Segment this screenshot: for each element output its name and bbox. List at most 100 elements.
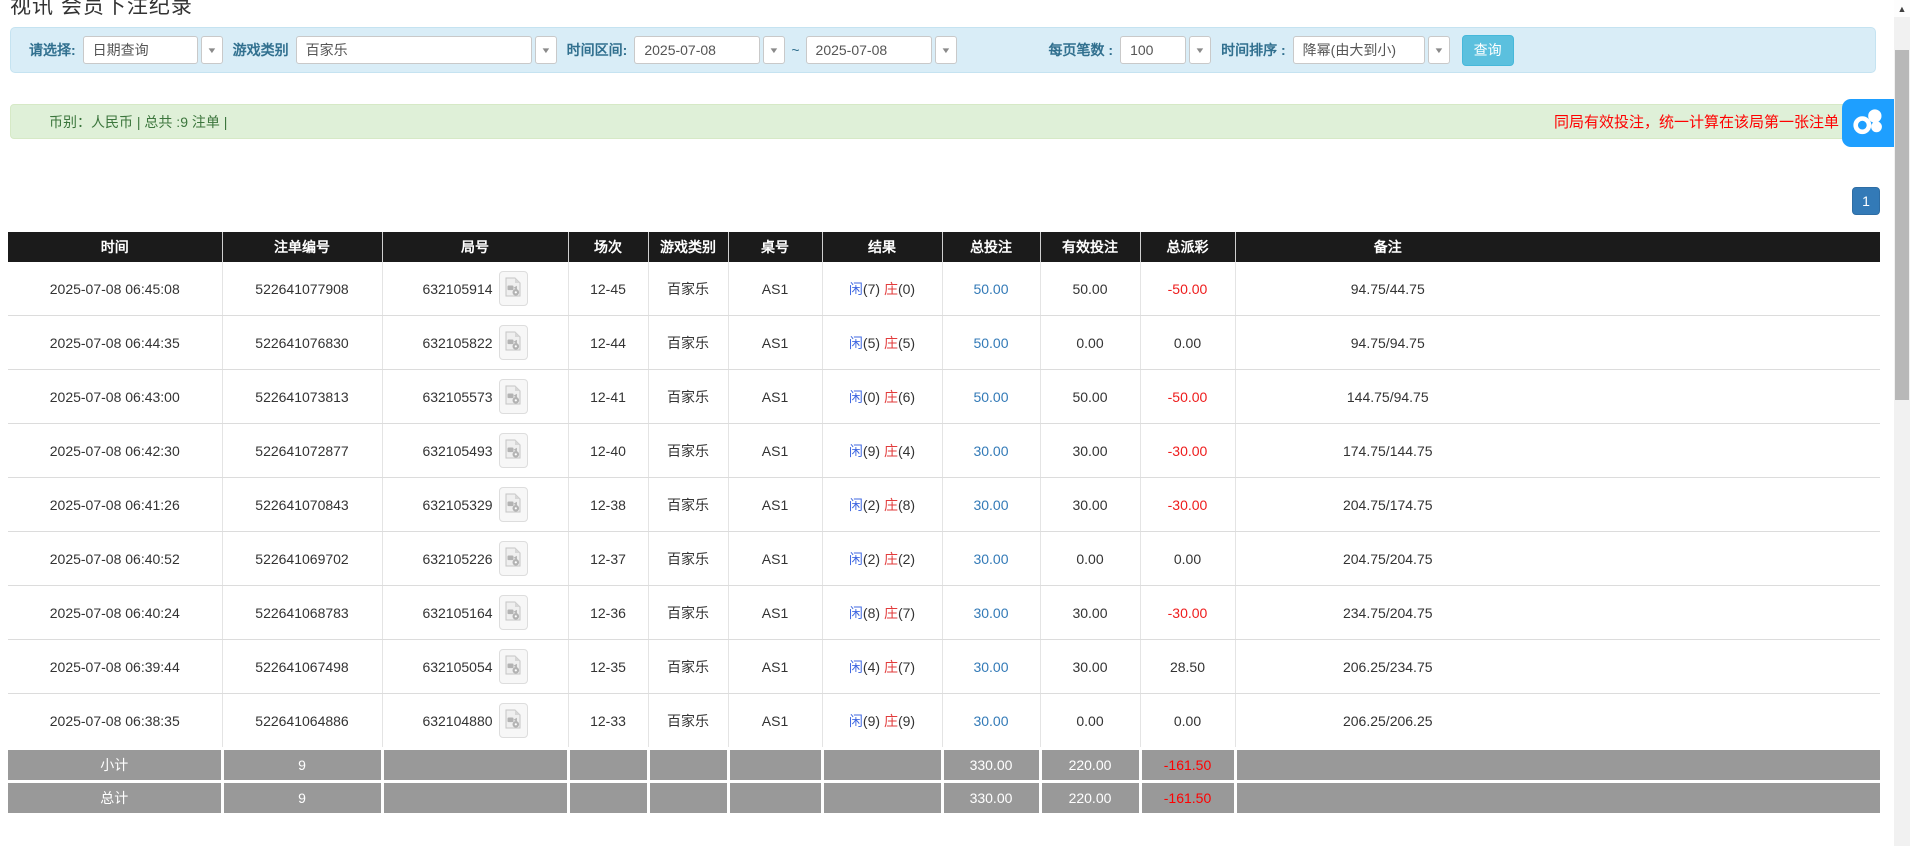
chevron-down-icon: ▼ xyxy=(768,45,780,55)
date-mode-caret-button[interactable]: ▼ xyxy=(200,36,223,64)
game-type-select[interactable]: 百家乐 ▼ xyxy=(295,36,557,64)
sort-order-select[interactable]: 降幂(由大到小) ▼ xyxy=(1292,36,1450,64)
round-id: 632104880 xyxy=(422,712,493,729)
date-from-value[interactable]: 2025-07-08 xyxy=(634,36,761,64)
result-player-label: 闲 xyxy=(848,442,863,459)
col-header-total-bet: 总投注 xyxy=(942,232,1041,262)
sort-order-caret-button[interactable]: ▼ xyxy=(1427,36,1450,64)
date-to-value[interactable]: 2025-07-08 xyxy=(805,36,932,64)
pagination-page-1-button[interactable]: 1 xyxy=(1852,187,1880,215)
video-replay-button[interactable] xyxy=(498,649,528,684)
bet-row-3: 2025-07-08 06:43:00 522641073813 632105573… xyxy=(8,369,1880,424)
result-player-label: 闲 xyxy=(848,496,863,513)
sort-order-label: 时间排序 : xyxy=(1221,42,1286,58)
date-mode-select[interactable]: 日期查询 ▼ xyxy=(82,36,223,64)
col-header-game-type: 游戏类别 xyxy=(648,232,729,262)
total-bet-link[interactable]: 50.00 xyxy=(973,335,1008,351)
grand-total-label: 总计 xyxy=(8,780,224,813)
col-header-table-no: 桌号 xyxy=(728,232,823,262)
video-replay-button[interactable] xyxy=(498,379,528,414)
cloud-drive-button[interactable] xyxy=(1842,99,1895,147)
date-from-caret-button[interactable]: ▼ xyxy=(763,36,786,64)
scrollbar-thumb[interactable] xyxy=(1895,50,1909,400)
bet-row-1: 2025-07-08 06:45:08 522641077908 632105914… xyxy=(8,262,1880,316)
subtotal-valid-bet: 220.00 xyxy=(1040,747,1142,782)
game-type: 百家乐 xyxy=(648,423,729,478)
bet-time: 2025-07-08 06:40:24 xyxy=(8,585,223,640)
game-type: 百家乐 xyxy=(648,585,729,640)
video-replay-button[interactable] xyxy=(498,703,528,738)
round-id-cell: 632104880 xyxy=(382,693,569,749)
result: 闲(4) 庄(7) xyxy=(822,639,943,694)
total-bet-link[interactable]: 30.00 xyxy=(973,497,1008,513)
remark: 206.25/234.75 xyxy=(1235,639,1880,694)
result: 闲(7) 庄(0) xyxy=(822,262,943,316)
chevron-down-icon: ▼ xyxy=(540,45,552,55)
bet-time: 2025-07-08 06:44:35 xyxy=(8,315,223,370)
session: 12-45 xyxy=(568,262,649,316)
total-bet-link[interactable]: 30.00 xyxy=(973,443,1008,459)
remark: 94.75/44.75 xyxy=(1235,262,1880,316)
scroll-up-arrow-icon[interactable]: ▲ xyxy=(1894,0,1910,17)
payout: -50.00 xyxy=(1140,262,1236,316)
date-from-select[interactable]: 2025-07-08 ▼ xyxy=(634,36,786,64)
date-to-select[interactable]: 2025-07-08 ▼ xyxy=(805,36,957,64)
grand-total-payout: -161.50 xyxy=(1140,780,1237,813)
payout: -30.00 xyxy=(1140,423,1236,478)
game-type-value[interactable]: 百家乐 xyxy=(295,36,532,64)
video-replay-button[interactable] xyxy=(498,595,528,630)
page-size-value[interactable]: 100 xyxy=(1120,36,1187,64)
query-button[interactable]: 查询 xyxy=(1461,34,1514,66)
page-size-caret-button[interactable]: ▼ xyxy=(1189,36,1212,64)
result-banker-value: (2) xyxy=(897,550,916,567)
video-replay-button[interactable] xyxy=(498,541,528,576)
result-player-value: (9) xyxy=(862,712,881,729)
bet-row-2: 2025-07-08 06:44:35 522641076830 632105822… xyxy=(8,315,1880,370)
cloud-drive-icon xyxy=(1852,106,1886,141)
round-id-cell: 632105493 xyxy=(382,423,569,478)
round-id: 632105822 xyxy=(422,334,493,351)
video-record-icon xyxy=(505,547,521,570)
table-body: 2025-07-08 06:45:08 522641077908 632105914… xyxy=(8,262,1880,813)
valid-bet: 30.00 xyxy=(1040,639,1141,694)
table-no: AS1 xyxy=(728,369,823,424)
payout: 0.00 xyxy=(1140,531,1236,586)
total-bet-link[interactable]: 50.00 xyxy=(973,281,1008,297)
payout: -30.00 xyxy=(1140,585,1236,640)
bet-id: 522641077908 xyxy=(222,262,383,316)
result-banker-value: (6) xyxy=(897,388,916,405)
session: 12-33 xyxy=(568,693,649,749)
summary-bar: 币别：人民币 | 总共 :9 注单 | 同局有效投注，统一计算在该局第一张注单 xyxy=(10,104,1876,139)
date-mode-value[interactable]: 日期查询 xyxy=(82,36,198,64)
video-replay-button[interactable] xyxy=(498,433,528,468)
time-range-label: 时间区间: xyxy=(566,42,628,58)
game-type-caret-button[interactable]: ▼ xyxy=(534,36,557,64)
result-banker-label: 庄 xyxy=(883,388,898,405)
col-header-valid-bet: 有效投注 xyxy=(1040,232,1141,262)
bet-row-4: 2025-07-08 06:42:30 522641072877 632105493… xyxy=(8,423,1880,478)
video-replay-button[interactable] xyxy=(498,487,528,522)
total-bet-link[interactable]: 30.00 xyxy=(973,605,1008,621)
valid-bet: 0.00 xyxy=(1040,693,1141,749)
vertical-scrollbar[interactable]: ▲ xyxy=(1894,0,1910,846)
result-banker-value: (0) xyxy=(897,280,916,297)
total-bet-link[interactable]: 30.00 xyxy=(973,713,1008,729)
valid-bet: 30.00 xyxy=(1040,477,1141,532)
sort-order-value[interactable]: 降幂(由大到小) xyxy=(1292,36,1425,64)
video-record-icon xyxy=(505,493,521,516)
video-replay-button[interactable] xyxy=(498,271,528,306)
page-size-select[interactable]: 100 ▼ xyxy=(1120,36,1212,64)
result-banker-label: 庄 xyxy=(883,334,898,351)
date-to-caret-button[interactable]: ▼ xyxy=(934,36,957,64)
result-banker-label: 庄 xyxy=(883,496,898,513)
chevron-down-icon: ▼ xyxy=(1194,45,1206,55)
result-player-value: (9) xyxy=(862,442,881,459)
bet-time: 2025-07-08 06:45:08 xyxy=(8,262,223,316)
grand-total-total-bet: 330.00 xyxy=(942,780,1042,813)
col-header-result: 结果 xyxy=(822,232,943,262)
total-bet-link[interactable]: 30.00 xyxy=(973,659,1008,675)
total-bet-link[interactable]: 50.00 xyxy=(973,389,1008,405)
video-record-icon xyxy=(505,331,521,354)
total-bet-link[interactable]: 30.00 xyxy=(973,551,1008,567)
video-replay-button[interactable] xyxy=(498,325,528,360)
